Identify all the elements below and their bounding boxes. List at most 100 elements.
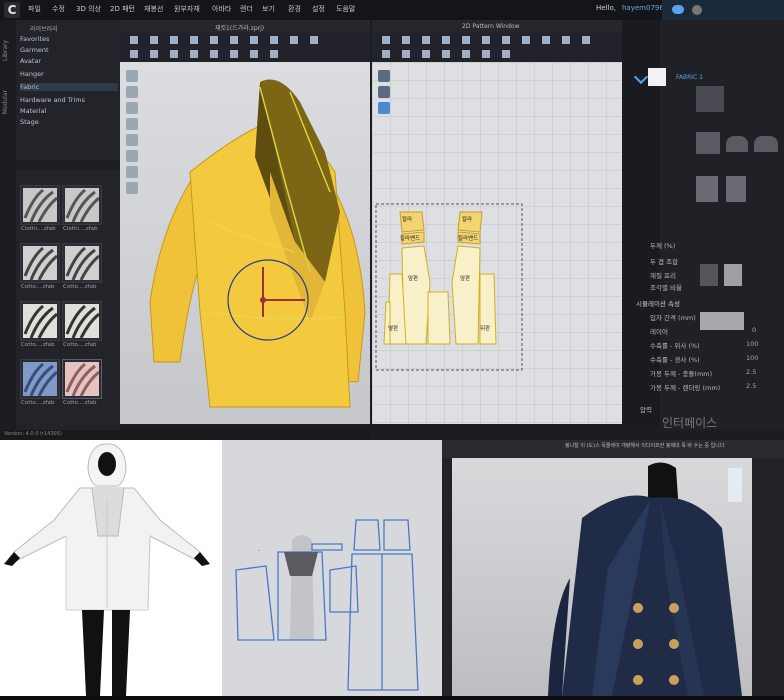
prop-value[interactable]: 2.5 bbox=[746, 382, 756, 390]
garment-thumbnail[interactable] bbox=[696, 86, 724, 112]
menu-materials[interactable]: 원부자재 bbox=[174, 4, 200, 14]
pattern-label: 칼라밴드 bbox=[458, 236, 479, 242]
garment-thumbnail[interactable] bbox=[726, 176, 746, 202]
cloud-icon[interactable] bbox=[672, 5, 684, 14]
tool-icon[interactable] bbox=[126, 102, 138, 114]
preview-swatch bbox=[700, 312, 744, 330]
library-item-hanger[interactable]: Hanger bbox=[20, 70, 44, 78]
prop-label: 수축률 - 경사 (%) bbox=[650, 356, 700, 364]
window-2d-toolbar bbox=[372, 32, 622, 62]
fabric-thumbnail[interactable] bbox=[62, 243, 102, 283]
library-item-favorites[interactable]: Favorites bbox=[20, 35, 49, 43]
tool-icon[interactable] bbox=[126, 150, 138, 162]
check-icon[interactable] bbox=[633, 69, 649, 85]
prop-value[interactable]: 0 bbox=[752, 326, 756, 334]
thumbnail-label: Cotto....zfab bbox=[21, 342, 55, 348]
menu-avatar[interactable]: 아바타 bbox=[212, 4, 231, 14]
menu-sewing[interactable]: 재봉선 bbox=[144, 4, 163, 14]
pattern-label: 칼라 bbox=[402, 217, 413, 223]
fabric-thumbnail[interactable] bbox=[20, 243, 60, 283]
library-toolbar bbox=[16, 160, 120, 170]
right-topbar bbox=[662, 0, 784, 20]
toolbar-icons[interactable] bbox=[372, 32, 622, 62]
tab-library[interactable]: Library bbox=[2, 40, 9, 61]
menu-help[interactable]: 도움말 bbox=[336, 4, 355, 14]
library-item-hardware[interactable]: Hardware and Trims bbox=[20, 96, 85, 104]
prop-label: 레이어 bbox=[650, 328, 668, 336]
texture-thumbnail[interactable] bbox=[700, 264, 718, 286]
viewport-2d[interactable]: 칼라 칼라밴드 칼라 칼라밴드 앞판 앞판 옆판 뒤판 bbox=[372, 62, 622, 424]
pattern-label: 앞판 bbox=[408, 276, 419, 282]
menu-render[interactable]: 렌더 bbox=[240, 4, 253, 14]
fabric-thumbnail[interactable] bbox=[62, 301, 102, 341]
prop-label: 입자 간격 (mm) bbox=[650, 314, 696, 322]
window-3d-title: 재킷1(드가라.zprj) bbox=[215, 25, 265, 32]
raincoat-patterns: - bbox=[235, 519, 419, 691]
library-item-fabric[interactable]: Fabric bbox=[20, 83, 118, 91]
toolbar-icons[interactable] bbox=[120, 32, 370, 62]
pattern-label: 앞판 bbox=[460, 276, 471, 282]
library-title: 라이브러리 bbox=[30, 26, 58, 33]
thumbnail-label: Clothi....zfab bbox=[21, 226, 56, 232]
garment-thumbnail[interactable] bbox=[696, 176, 718, 202]
texture-thumbnail[interactable] bbox=[724, 264, 742, 286]
prop-label: 가봉 두께 - 렌더링 (mm) bbox=[650, 384, 721, 392]
library-item-garment[interactable]: Garment bbox=[20, 46, 49, 54]
tool-icon[interactable] bbox=[126, 182, 138, 194]
raincoat-avatar bbox=[4, 443, 210, 696]
section-header[interactable]: 시뮬레이션 속성 bbox=[636, 298, 680, 308]
garment-thumbnail[interactable] bbox=[754, 136, 778, 152]
fabric-name[interactable]: FABRIC 1 bbox=[676, 74, 703, 81]
menu-preferences[interactable]: 설정 bbox=[312, 4, 325, 14]
thumbnail-label: Cotto....zfab bbox=[63, 284, 97, 290]
library-side-tabs bbox=[0, 20, 16, 430]
avatar[interactable] bbox=[692, 5, 702, 15]
menu-settings[interactable]: 환경 bbox=[288, 4, 301, 14]
tool-icon[interactable] bbox=[126, 134, 138, 146]
avatar-raincoat-view bbox=[0, 440, 222, 696]
denim-coat-viewport[interactable] bbox=[452, 458, 752, 696]
garment-thumbnail[interactable] bbox=[726, 136, 748, 152]
section-footer[interactable]: 압력 bbox=[640, 404, 652, 414]
window-2d-title: 2D Pattern Window bbox=[462, 23, 520, 30]
library-item-avatar[interactable]: Avatar bbox=[20, 57, 41, 65]
library-item-material[interactable]: Material bbox=[20, 107, 46, 115]
tool-icon[interactable] bbox=[126, 118, 138, 130]
fabric-thumbnail[interactable] bbox=[20, 359, 60, 399]
pattern-label: 칼라밴드 bbox=[400, 236, 421, 242]
tool-icon[interactable] bbox=[126, 86, 138, 98]
thumbnail-label: Cotto....zfab bbox=[63, 400, 97, 406]
fabric-thumbnail[interactable] bbox=[20, 301, 60, 341]
prop-label: 가봉 두께 - 충돌(mm) bbox=[650, 370, 713, 378]
thumbnail-label: Cotto....zfab bbox=[21, 284, 55, 290]
garment-thumbnail[interactable] bbox=[696, 132, 720, 154]
user-name[interactable]: hayem0796 bbox=[622, 4, 664, 12]
menu-2d-pattern[interactable]: 2D 패턴 bbox=[110, 4, 135, 14]
version-text: Version: 4.0.0 (r14305) bbox=[4, 431, 62, 437]
tool-icon[interactable] bbox=[126, 70, 138, 82]
tab-modular[interactable]: Modular bbox=[2, 90, 9, 114]
prop-value[interactable]: 100 bbox=[746, 354, 758, 362]
menu-3d-garment[interactable]: 3D 의상 bbox=[76, 4, 101, 14]
tool-icon[interactable] bbox=[126, 166, 138, 178]
svg-text:-: - bbox=[258, 548, 260, 554]
viewport-3d[interactable] bbox=[120, 62, 370, 424]
menu-file[interactable]: 파일 bbox=[28, 4, 41, 14]
prop-value[interactable]: 100 bbox=[746, 340, 758, 348]
prop-label: 재질 프리 bbox=[650, 272, 676, 280]
fabric-thumbnail[interactable] bbox=[20, 185, 60, 225]
b3-caption: 봉니탈 이 (도)스 목줄레이 개량해서 이다이프한 봉제대 목 바 수는 중 … bbox=[565, 443, 725, 449]
menu-edit[interactable]: 수정 bbox=[52, 4, 65, 14]
window-3d-toolbar bbox=[120, 32, 370, 62]
fabric-thumbnail-selected[interactable] bbox=[62, 359, 102, 399]
menu-view[interactable]: 보기 bbox=[262, 4, 275, 14]
prop-label: 두 겹 조합 bbox=[650, 258, 679, 266]
pattern-pieces bbox=[375, 203, 523, 371]
fabric-swatch[interactable] bbox=[648, 68, 666, 86]
prop-value[interactable]: 2.5 bbox=[746, 368, 756, 376]
denim-coat-3d bbox=[548, 462, 742, 696]
library-panel bbox=[0, 20, 120, 430]
library-item-stage[interactable]: Stage bbox=[20, 118, 39, 126]
viewport-3d-tools bbox=[126, 70, 140, 210]
fabric-thumbnail[interactable] bbox=[62, 185, 102, 225]
